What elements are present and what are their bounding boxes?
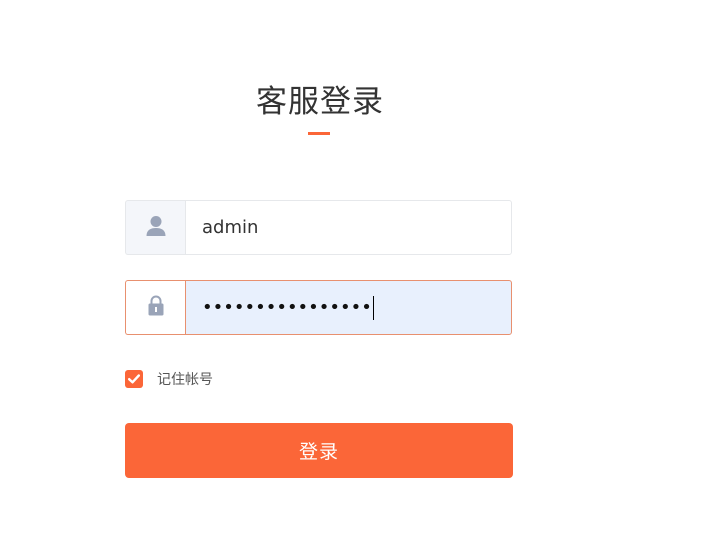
page-title: 客服登录	[256, 84, 384, 120]
username-field	[125, 200, 512, 255]
password-field: ••••••••••••••••	[125, 280, 512, 335]
user-icon	[146, 215, 166, 241]
username-input[interactable]	[202, 217, 511, 238]
remember-checkbox[interactable]	[125, 370, 143, 388]
checkmark-icon	[128, 374, 140, 384]
password-masked-value: ••••••••••••••••	[202, 297, 372, 318]
login-page: 客服登录 ••••••••••••••	[0, 0, 722, 539]
username-input-wrap	[185, 200, 512, 255]
username-prefix	[125, 200, 185, 255]
text-caret	[372, 295, 374, 320]
password-input[interactable]: ••••••••••••••••	[185, 280, 512, 335]
password-prefix	[125, 280, 185, 335]
remember-account[interactable]: 记住帐号	[125, 369, 213, 389]
title-underline	[308, 132, 330, 135]
lock-icon	[148, 295, 164, 320]
remember-label: 记住帐号	[157, 372, 213, 388]
login-button[interactable]: 登录	[125, 423, 513, 478]
